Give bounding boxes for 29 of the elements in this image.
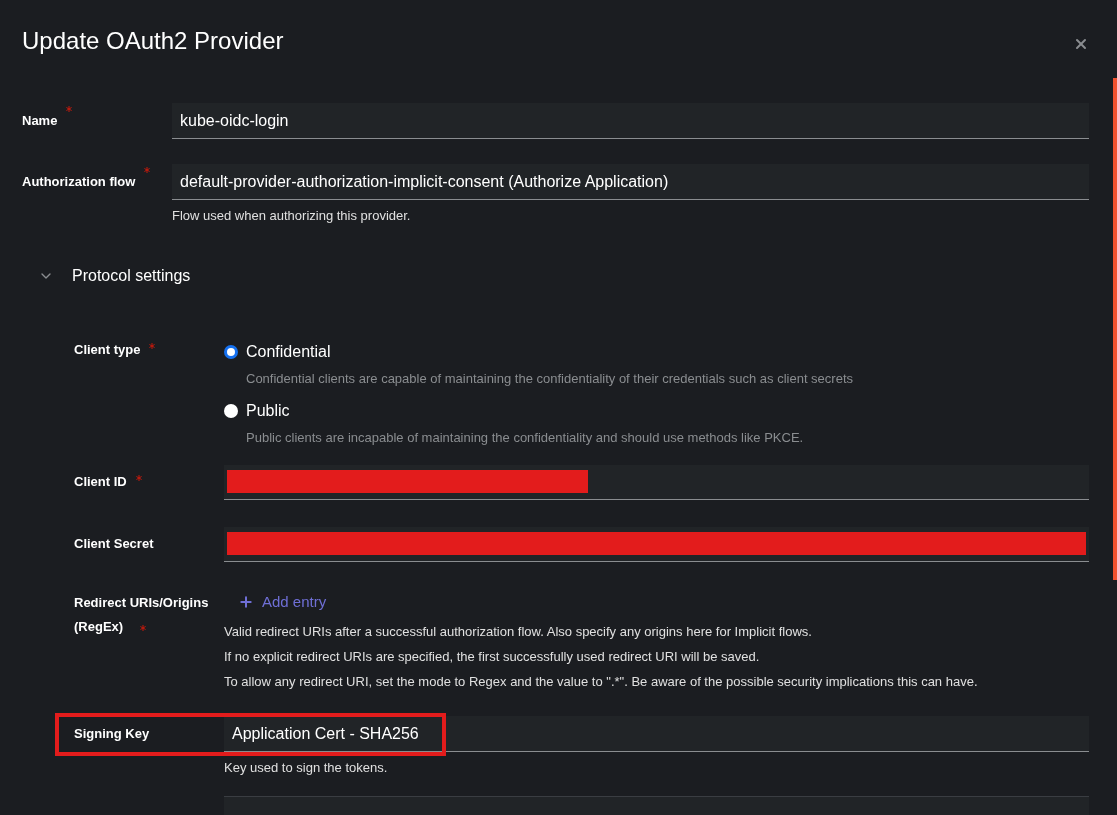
option-description: Confidential clients are capable of maintaining the confidentiality of their credentials such as client secrets xyxy=(246,369,853,388)
field-label: Client type xyxy=(74,340,141,359)
text-field[interactable] xyxy=(224,526,1089,562)
help-text: To allow any redirect URI, set the mode to Regex and the value to ".*". Be aware of the possible security implications this can have. xyxy=(224,673,979,691)
field-label: Authorization flow xyxy=(22,173,136,192)
help-text: Flow used when authorizing this provider. xyxy=(172,207,412,225)
field-label: Client Secret xyxy=(74,535,154,554)
close-icon[interactable] xyxy=(1073,36,1089,52)
radio-button[interactable] xyxy=(224,344,238,359)
protocol-settings-toggle[interactable]: Protocol settings xyxy=(22,263,191,288)
radio-button[interactable] xyxy=(224,404,238,418)
field-label: Redirect URIs/Origins (RegEx) xyxy=(74,593,210,636)
radio-label: Confidential xyxy=(246,341,331,362)
field-label: Signing Key xyxy=(74,725,150,744)
scrollbar[interactable] xyxy=(1113,78,1117,580)
add-entry-button[interactable]: Add entry xyxy=(238,590,327,613)
field-label: Name xyxy=(22,112,58,131)
help-text: If no explicit redirect URIs are specified, the first successfully used redirect URI will be saved. xyxy=(224,648,761,666)
text-field[interactable]: default-provider-authorization-implicit-consent (Authorize Application) xyxy=(172,164,1089,200)
field-label: Client ID xyxy=(74,473,127,492)
text-field[interactable] xyxy=(224,464,1089,500)
help-text: Key used to sign the tokens. xyxy=(224,759,389,777)
radio-label: Public xyxy=(246,401,290,421)
dialog-title: Update OAuth2 Provider xyxy=(22,26,284,56)
plus-icon xyxy=(238,593,254,610)
select-field[interactable]: Application Cert - SHA256 xyxy=(224,716,1089,752)
help-text: Valid redirect URIs after a successful authorization flow. Also specify any origins here for Implicit flows. xyxy=(224,623,813,641)
text-field[interactable]: kube-oidc-login xyxy=(172,103,1089,139)
option-description: Public clients are incapable of maintaining the confidentiality and should use methods like PKCE. xyxy=(246,429,805,447)
